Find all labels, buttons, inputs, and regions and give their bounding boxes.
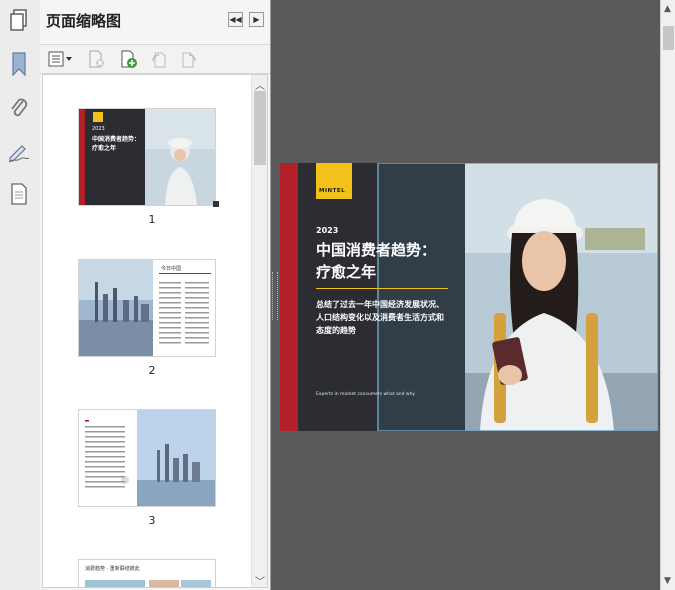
page-3-preview bbox=[79, 410, 215, 506]
page-number-1: 1 bbox=[148, 213, 156, 226]
thumb-1-title-line1: 中国消费者趋势： bbox=[92, 136, 141, 143]
page-2-preview bbox=[79, 260, 215, 356]
delete-page-button[interactable] bbox=[86, 49, 108, 69]
thumbnail-toolbar bbox=[40, 44, 270, 74]
page-number-2: 2 bbox=[148, 364, 156, 377]
scroll-down-icon[interactable]: ▼ bbox=[664, 576, 671, 586]
panel-title: 页面缩略图 bbox=[46, 12, 122, 30]
brand-logo-text: MINTEL bbox=[319, 188, 346, 194]
cover-title-line1: 中国消费者趋势： bbox=[316, 241, 437, 259]
expand-panel-button[interactable]: ▶ bbox=[249, 12, 264, 27]
page-1-preview bbox=[79, 109, 215, 205]
document-scrollbar[interactable]: ▲ ▼ bbox=[660, 0, 675, 590]
page-thumbnail-1[interactable]: 2023 中国消费者趋势： 疗愈之年 bbox=[79, 109, 215, 205]
rotate-right-button[interactable] bbox=[178, 49, 200, 69]
thumb-1-year: 2023 bbox=[92, 126, 105, 132]
attachments-icon[interactable] bbox=[5, 94, 33, 122]
cover-title-line2: 疗愈之年 bbox=[316, 263, 377, 281]
cover-year: 2023 bbox=[316, 226, 339, 235]
cover-divider bbox=[316, 288, 448, 289]
collapse-panel-button[interactable]: ◀◀ bbox=[228, 12, 243, 27]
document-page[interactable]: MINTEL 2023 中国消费者趋势： 疗愈之年 总结了过去一年中国经济发展状… bbox=[280, 163, 658, 431]
thumbnail-resize-handle[interactable] bbox=[213, 201, 219, 207]
cover-summary-line3: 态度的趋势 bbox=[316, 326, 356, 335]
cover-summary-line1: 总结了过去一年中国经济发展状况、 bbox=[316, 300, 444, 309]
layers-page-icon[interactable] bbox=[5, 180, 33, 208]
splitter-grip[interactable] bbox=[272, 272, 278, 320]
scroll-up-icon[interactable]: ▲ bbox=[664, 4, 671, 14]
thumb-1-title-line2: 疗愈之年 bbox=[92, 145, 117, 152]
rotate-left-button[interactable] bbox=[148, 49, 170, 69]
chevron-right-icon: ▶ bbox=[253, 15, 260, 24]
bookmarks-icon[interactable] bbox=[5, 50, 33, 78]
brand-logo: MINTEL bbox=[316, 163, 352, 199]
thumbnail-list: 2023 中国消费者趋势： 疗愈之年 1 今日中国 2 3 消费趋势 · 重新联… bbox=[42, 74, 268, 588]
thumb-2-heading: 今日中国 bbox=[161, 266, 182, 272]
signatures-icon[interactable] bbox=[5, 138, 33, 166]
double-chevron-left-icon: ◀◀ bbox=[229, 15, 242, 24]
page-thumbnails-icon[interactable] bbox=[5, 6, 33, 34]
page-number-3: 3 bbox=[148, 514, 156, 527]
panel-splitter[interactable] bbox=[271, 0, 279, 590]
page-thumbnails-panel: 页面缩略图 ◀◀ ▶ 2023 中国消费者趋势： 疗愈之年 1 今日中国 2 3… bbox=[40, 0, 271, 590]
thumb-4-heading: 消费趋势 · 重新联结彼此 bbox=[85, 566, 140, 572]
cover-summary-line2: 人口结构变化以及消费者生活方式和 bbox=[316, 313, 444, 322]
cover-footer-tagline: Experts in market consumers what and why bbox=[316, 392, 416, 397]
scroll-down-arrow-icon[interactable]: ﹀ bbox=[255, 573, 265, 587]
insert-page-button[interactable] bbox=[118, 49, 140, 69]
document-scroll-thumb[interactable] bbox=[663, 26, 674, 50]
scroll-up-arrow-icon[interactable]: ︿ bbox=[255, 77, 265, 92]
options-menu-button[interactable] bbox=[46, 49, 74, 69]
cover-photo bbox=[280, 163, 658, 431]
navigation-rail bbox=[0, 0, 41, 590]
page-thumbnail-3[interactable] bbox=[79, 410, 215, 506]
page-thumbnail-4[interactable]: 消费趋势 · 重新联结彼此 bbox=[79, 560, 215, 587]
thumbnail-scroll-thumb[interactable] bbox=[254, 91, 266, 165]
thumbnail-scrollbar[interactable]: ︿ ﹀ bbox=[251, 75, 267, 587]
page-thumbnail-2[interactable]: 今日中国 bbox=[79, 260, 215, 356]
